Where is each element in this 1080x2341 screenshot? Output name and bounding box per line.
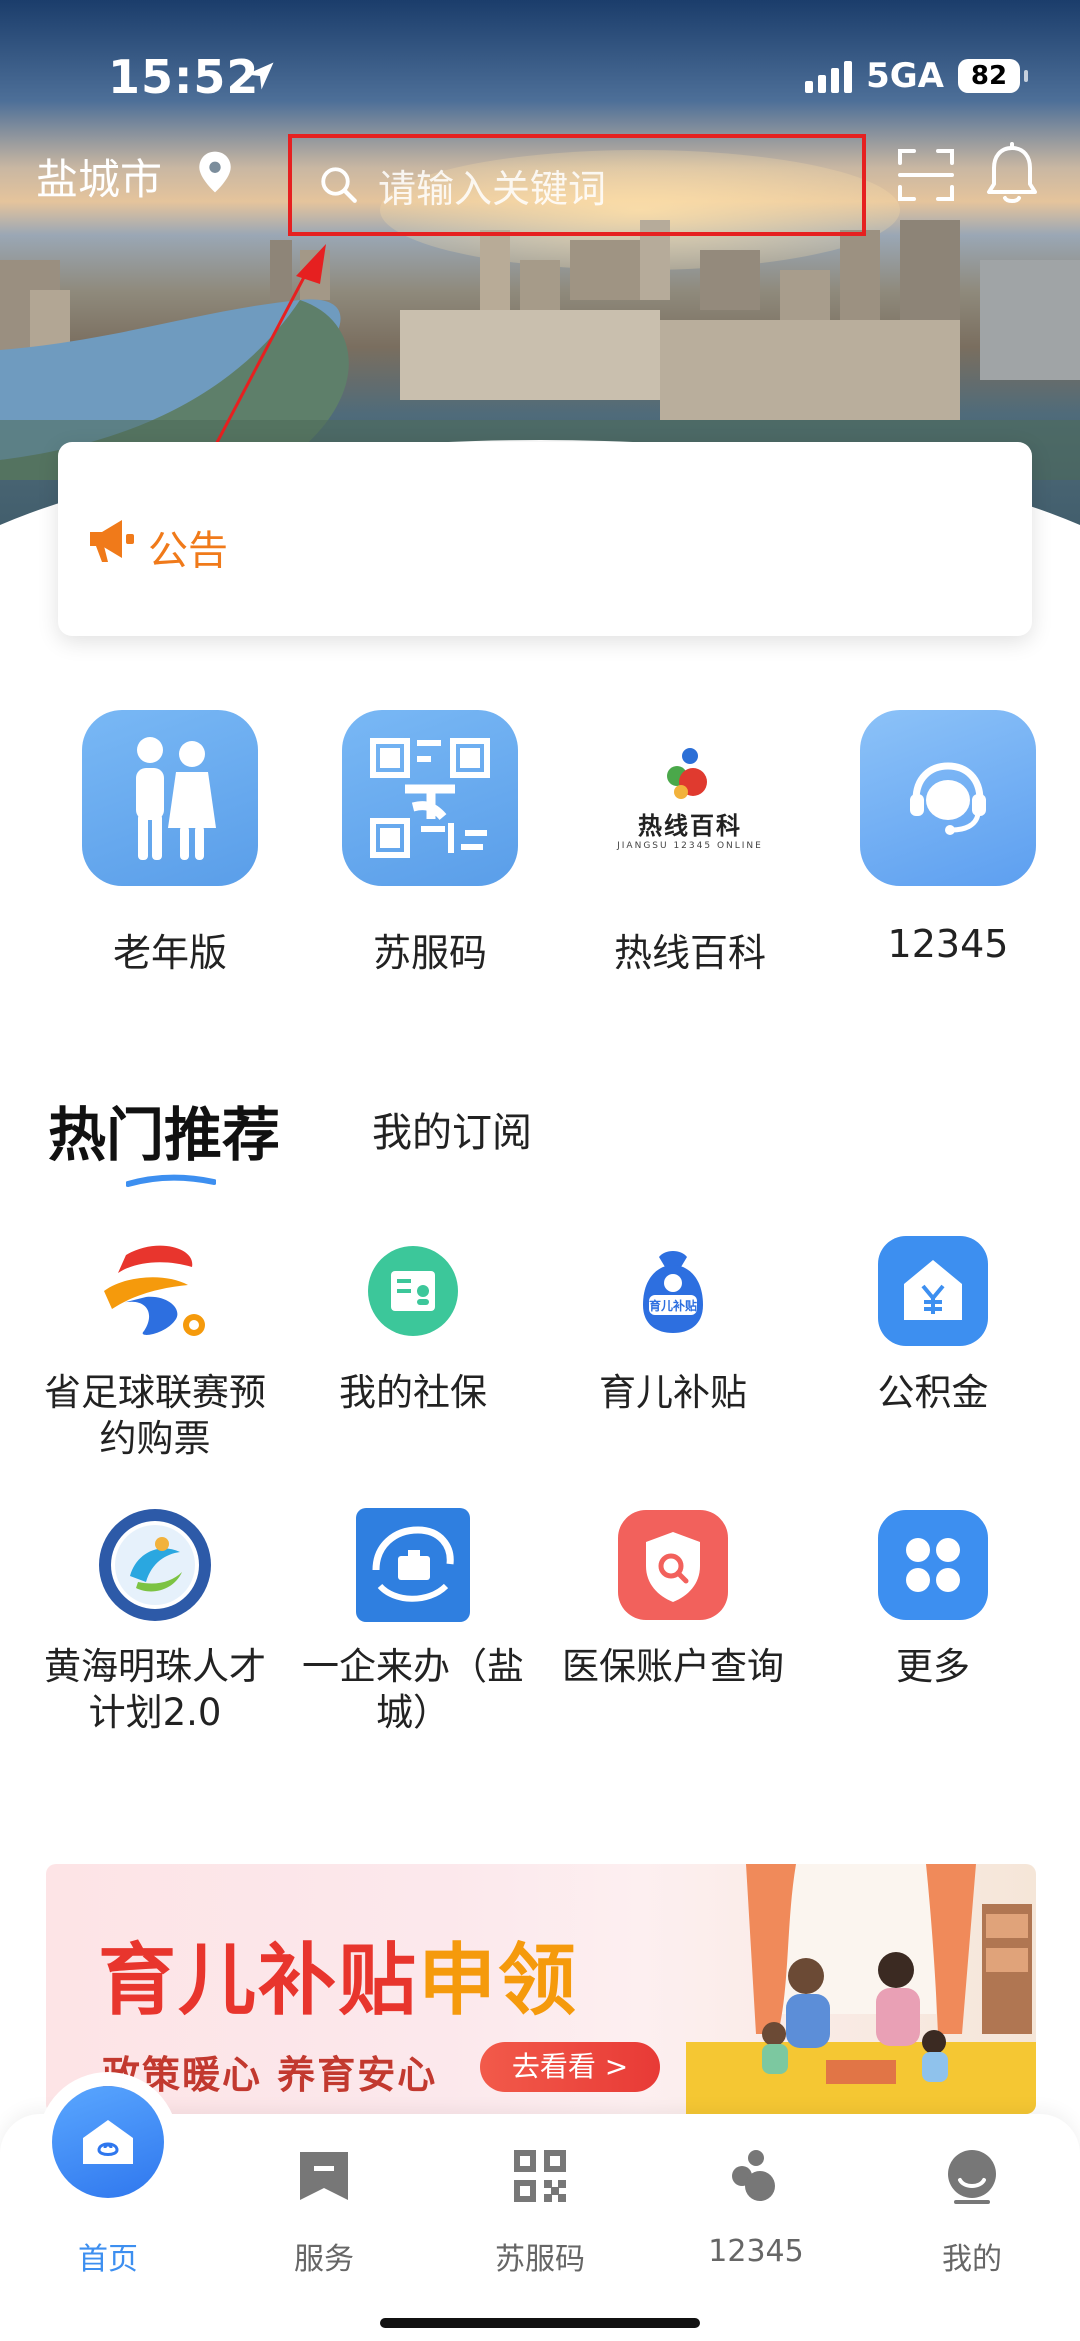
service-label: 省足球联赛预约购票 (44, 1371, 266, 1460)
childcare-subsidy-bag-icon: 育儿补贴 (614, 1232, 732, 1350)
service-social-security[interactable]: 我的社保 (288, 1232, 538, 1416)
banner-title: 育儿补贴申领 (98, 1918, 578, 2030)
status-indicators: 5GA 82 (805, 56, 1028, 96)
quick-entry-hotline-wiki[interactable]: 热线百科 JIANGSU 12345 ONLINE 热线百科 (600, 710, 780, 977)
search-input[interactable]: 请输入关键词 (288, 134, 866, 236)
promo-banner-childcare[interactable]: 育儿补贴申领 政策暖心 养育安心 去看看 > (46, 1864, 1036, 2114)
housing-fund-icon (874, 1232, 992, 1350)
nav-label: 我的 (942, 2242, 1002, 2277)
signal-icon (805, 59, 853, 93)
service-talent-plan[interactable]: 黄海明珠人才计划2.0 (30, 1506, 280, 1736)
family-illustration (686, 1864, 1036, 2114)
tab-active-indicator (126, 1174, 216, 1187)
banner-go-button[interactable]: 去看看 > (480, 2042, 660, 2092)
service-football-tickets[interactable]: 省足球联赛预约购票 (30, 1232, 280, 1462)
service-enterprise[interactable]: 一企来办（盐城） (288, 1506, 538, 1736)
hotline-icon (732, 2150, 775, 2201)
service-label: 医保账户查询 (562, 1645, 784, 1688)
profile-icon (948, 2150, 996, 2204)
nav-label: 服务 (294, 2242, 354, 2277)
tab-my-subscriptions[interactable]: 我的订阅 (372, 1100, 532, 1158)
search-icon (321, 167, 357, 203)
medical-insurance-search-icon (614, 1506, 732, 1624)
service-label: 我的社保 (339, 1371, 487, 1414)
hotline-encyclopedia-logo: 热线百科 JIANGSU 12345 ONLINE (602, 710, 778, 886)
bottom-nav: 首页 服务 苏服码 12345 我的 (0, 2086, 1080, 2341)
scan-icon[interactable] (896, 145, 956, 205)
status-time: 15:52 (108, 50, 260, 104)
home-indicator (380, 2318, 700, 2328)
notification-bell-icon[interactable] (984, 142, 1040, 206)
notice-card[interactable]: 公告 (58, 442, 1032, 636)
social-security-card-icon (354, 1232, 472, 1350)
location-arrow-icon (246, 62, 274, 90)
qr-code-icon (342, 710, 518, 886)
quick-entry-label: 12345 (887, 922, 1009, 966)
location-pin-icon[interactable] (196, 150, 234, 194)
banner-title-main: 育儿补贴 (98, 1936, 419, 2026)
city-selector[interactable]: 盐城市 (36, 146, 162, 207)
elderly-couple-icon (82, 710, 258, 886)
service-more[interactable]: 更多 (808, 1506, 1058, 1690)
service-label: 黄海明珠人才计划2.0 (44, 1645, 266, 1734)
banner-subtitle: 政策暖心 养育安心 (102, 2053, 438, 2097)
service-label: 公积金 (877, 1371, 989, 1414)
childcare-bag-text: 育儿补贴 (649, 1298, 697, 1313)
service-label: 育儿补贴 (599, 1371, 747, 1414)
home-icon (52, 2086, 164, 2198)
tab-hot-recommend[interactable]: 热门推荐 (48, 1088, 280, 1172)
enterprise-service-logo (354, 1506, 472, 1624)
quick-entry-elderly-mode[interactable]: 老年版 (80, 710, 260, 977)
quick-entry-12345[interactable]: 12345 (858, 710, 1038, 966)
headset-agent-icon (860, 710, 1036, 886)
qr-code-icon (514, 2150, 566, 2202)
service-label: 更多 (896, 1645, 970, 1688)
service-label: 一企来办（盐城） (302, 1645, 524, 1734)
quick-entry-su-code[interactable]: 苏服码 (340, 710, 520, 977)
nav-label: 首页 (78, 2242, 138, 2277)
quick-entry-label: 热线百科 (613, 931, 766, 975)
megaphone-icon (90, 520, 134, 562)
quick-entry-label: 老年版 (112, 931, 227, 975)
nav-label: 苏服码 (495, 2242, 585, 2277)
bookmark-icon (300, 2152, 348, 2200)
network-type: 5GA (866, 56, 944, 96)
nav-label: 12345 (708, 2234, 804, 2269)
talent-plan-logo (96, 1506, 214, 1624)
more-grid-icon (874, 1506, 992, 1624)
service-childcare-subsidy[interactable]: 育儿补贴 育儿补贴 (548, 1232, 798, 1416)
hotline-logo-subtext: JIANGSU 12345 ONLINE (617, 840, 763, 851)
service-housing-fund[interactable]: 公积金 (808, 1232, 1058, 1416)
hotline-logo-text: 热线百科 (638, 811, 742, 840)
battery-icon: 82 (958, 59, 1028, 93)
search-placeholder: 请输入关键词 (378, 166, 607, 211)
quick-entry-label: 苏服码 (372, 931, 487, 975)
football-league-logo (96, 1232, 214, 1350)
notice-label: 公告 (148, 528, 228, 574)
service-medical-insurance[interactable]: 医保账户查询 (548, 1506, 798, 1690)
banner-title-highlight: 申领 (418, 1936, 579, 2026)
